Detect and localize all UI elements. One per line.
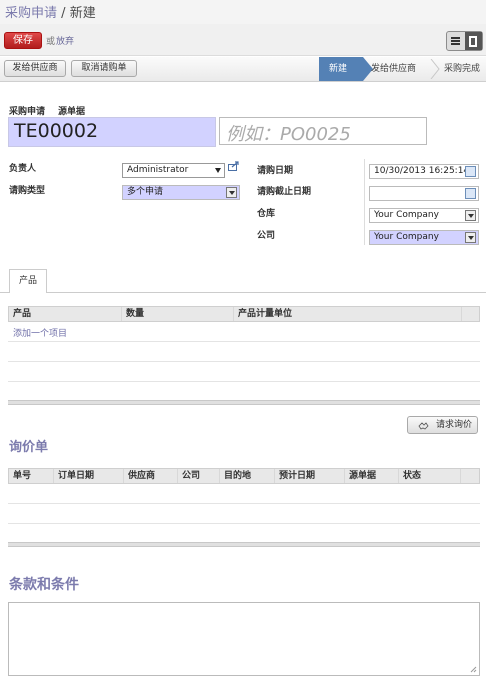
column-header[interactable]: 源单据 (344, 469, 398, 483)
company-value: Your Company (374, 232, 439, 242)
grid-row-divider (8, 381, 480, 382)
breadcrumb: 采购申请 / 新建 (5, 2, 96, 21)
breadcrumb-separator: / (61, 6, 66, 21)
product-grid-header: 产品 数量 产品计量单位 (8, 306, 480, 322)
form-button-bar: 保存 或 放弃 (0, 24, 486, 56)
column-header[interactable]: 公司 (177, 469, 219, 483)
date-label: 请购日期 (257, 166, 294, 176)
origin-field[interactable]: 例如：PO0025 (219, 117, 427, 145)
handshake-icon (418, 422, 429, 430)
dropdown-arrow-icon (215, 168, 221, 173)
grid-row-divider (8, 523, 480, 524)
date-value: 10/30/2013 16:25:14 (374, 166, 470, 176)
breadcrumb-current: 新建 (69, 6, 96, 21)
terms-textarea[interactable] (8, 602, 480, 676)
request-quotation-label: 请求询价 (435, 420, 472, 430)
origin-label: 源单据 (58, 107, 86, 117)
warehouse-select[interactable]: Your Company (369, 208, 479, 223)
product-grid-footer (8, 400, 480, 405)
request-quotation-button[interactable]: 请求询价 (407, 416, 478, 434)
responsible-select[interactable]: Administrator (122, 163, 225, 178)
column-header[interactable]: 目的地 (219, 469, 274, 483)
column-header[interactable]: 产品 (9, 307, 121, 321)
form-view-icon[interactable] (464, 32, 482, 50)
rfq-grid-header: 单号 订单日期 供应商 公司 目的地 预计日期 源单据 状态 (8, 468, 480, 484)
grid-row-divider (8, 341, 480, 342)
responsible-label: 负责人 (9, 164, 37, 174)
column-header[interactable]: 供应商 (123, 469, 177, 483)
warehouse-value: Your Company (374, 210, 439, 220)
external-link-icon[interactable] (228, 161, 240, 171)
type-label: 请购类型 (9, 186, 46, 196)
view-switcher (446, 31, 483, 51)
discard-link[interactable]: 放弃 (56, 34, 74, 47)
resize-grip-icon[interactable] (470, 666, 477, 673)
save-button[interactable]: 保存 (4, 32, 42, 49)
deadline-field[interactable] (369, 186, 479, 201)
grid-row-divider (8, 361, 480, 362)
dropdown-button-icon (465, 210, 476, 221)
column-header[interactable]: 产品计量单位 (233, 307, 461, 321)
stage-chevron-icon (430, 59, 440, 79)
dropdown-button-icon (465, 232, 476, 243)
rfq-grid-footer (8, 542, 480, 547)
column-header[interactable]: 状态 (398, 469, 460, 483)
column-header[interactable]: 数量 (121, 307, 233, 321)
or-label: 或 (46, 37, 56, 47)
cancel-request-button[interactable]: 取消请购单 (71, 60, 137, 77)
stage-new: 新建 (319, 57, 373, 81)
warehouse-label: 仓库 (257, 209, 276, 219)
responsible-value: Administrator (127, 165, 189, 175)
column-header-spacer (461, 307, 479, 321)
name-label: 采购申请 (9, 107, 46, 117)
deadline-label: 请购截止日期 (257, 187, 312, 197)
send-to-supplier-button[interactable]: 发给供应商 (4, 60, 66, 77)
date-field[interactable]: 10/30/2013 16:25:14 (369, 164, 479, 179)
terms-section-title: 条款和条件 (9, 577, 79, 593)
calendar-icon[interactable] (465, 188, 476, 199)
breadcrumb-parent-link[interactable]: 采购申请 (5, 6, 57, 21)
grid-row-divider (8, 503, 480, 504)
tab-bar-line (0, 292, 486, 293)
stage-sent: 发给供应商 (371, 64, 417, 74)
rfq-section-title: 询价单 (9, 440, 49, 455)
list-view-icon[interactable] (447, 32, 465, 50)
tab-products[interactable]: 产品 (9, 269, 47, 293)
type-select[interactable]: 多个申请 (122, 185, 240, 200)
column-header-spacer (460, 469, 479, 483)
column-header[interactable]: 预计日期 (274, 469, 344, 483)
column-header[interactable]: 订单日期 (53, 469, 123, 483)
name-field[interactable]: TE00002 (8, 117, 216, 147)
type-value: 多个申请 (127, 187, 164, 197)
column-header[interactable]: 单号 (9, 469, 53, 483)
dropdown-button-icon (226, 187, 237, 198)
company-select[interactable]: Your Company (369, 230, 479, 245)
status-bar: 发给供应商 取消请购单 新建 发给供应商 采购完成 (0, 57, 486, 82)
form-sheet: 采购申请 源单据 TE00002 例如：PO0025 负责人 Administr… (0, 82, 486, 682)
top-bar: 采购申请 / 新建 (0, 0, 486, 24)
column-divider (364, 159, 365, 245)
stage-done: 采购完成 (444, 64, 481, 74)
company-label: 公司 (257, 231, 276, 241)
calendar-icon[interactable] (465, 166, 476, 177)
add-item-link[interactable]: 添加一个项目 (13, 326, 67, 339)
